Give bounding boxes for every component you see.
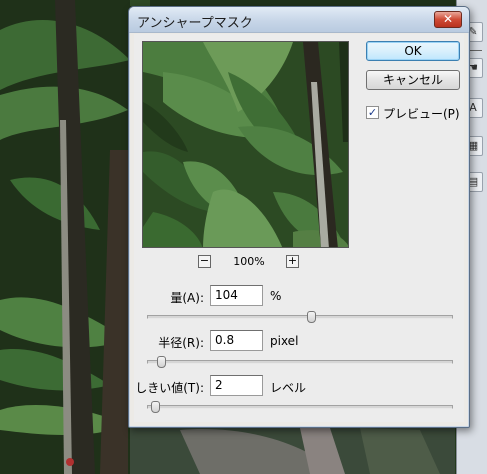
dialog-title: アンシャープマスク <box>137 16 253 31</box>
amount-slider[interactable] <box>147 311 453 323</box>
ok-button[interactable]: OK <box>366 41 460 61</box>
preview-foliage <box>143 42 348 247</box>
threshold-slider[interactable] <box>147 401 453 413</box>
zoom-in-button[interactable]: + <box>286 255 299 268</box>
radius-unit: pixel <box>270 334 299 348</box>
preview-checkbox-box[interactable]: ✓ <box>366 106 379 119</box>
preview-image[interactable] <box>142 41 349 248</box>
cancel-button[interactable]: キャンセル <box>366 70 460 90</box>
dialog-client: − 100% + OK キャンセル ✓ プレビュー(P) 量(A): 104 %… <box>134 34 464 422</box>
preview-checkbox-label: プレビュー(P) <box>383 107 460 121</box>
threshold-unit: レベル <box>270 381 307 395</box>
title-bar[interactable]: アンシャープマスク ✕ <box>129 7 469 33</box>
threshold-slider-thumb[interactable] <box>151 401 160 413</box>
threshold-input[interactable]: 2 <box>210 375 263 396</box>
threshold-label: しきい値(T): <box>135 381 204 395</box>
amount-unit: % <box>270 289 282 303</box>
unsharp-mask-dialog: アンシャープマスク ✕ − 100% + OK キャンセル ✓ プレビュー(P)… <box>128 6 470 428</box>
close-button[interactable]: ✕ <box>434 11 462 28</box>
zoom-controls: − 100% + <box>194 255 304 269</box>
toolbar-separator <box>470 50 482 51</box>
radius-slider[interactable] <box>147 356 453 368</box>
amount-label: 量(A): <box>170 291 204 305</box>
radius-input[interactable]: 0.8 <box>210 330 263 351</box>
radius-label: 半径(R): <box>158 336 204 350</box>
amount-slider-thumb[interactable] <box>307 311 316 323</box>
amount-input[interactable]: 104 <box>210 285 263 306</box>
radius-slider-thumb[interactable] <box>157 356 166 368</box>
zoom-level: 100% <box>233 255 265 268</box>
zoom-out-button[interactable]: − <box>198 255 211 268</box>
